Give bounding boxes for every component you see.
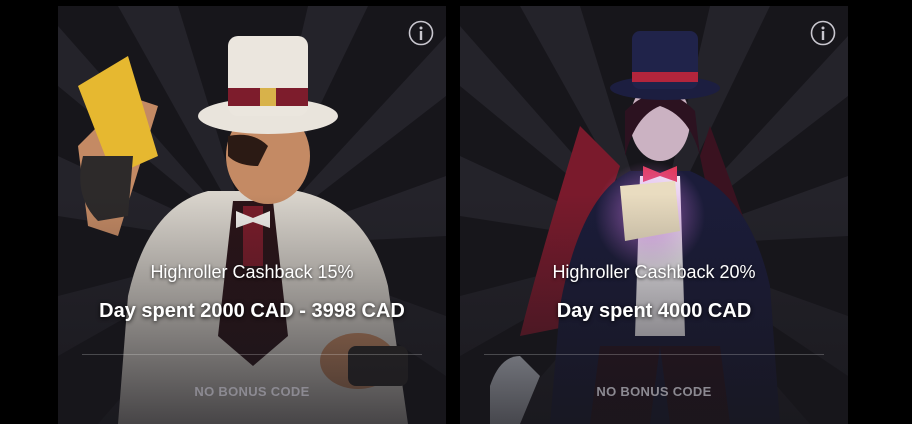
gentleman-illustration: [58, 6, 446, 424]
info-icon[interactable]: [810, 20, 836, 46]
spend-amount: Day spent 2000 CAD - 3998 CAD: [99, 300, 405, 322]
promo-card-cashback-15[interactable]: Highroller Cashback 15% Day spent 2000 C…: [58, 6, 446, 424]
divider: [484, 354, 824, 355]
bonus-code-label[interactable]: NO BONUS CODE: [460, 384, 848, 399]
cashback-title: Highroller Cashback 20%: [552, 262, 756, 282]
promo-card-cashback-20[interactable]: Highroller Cashback 20% Day spent 4000 C…: [460, 6, 848, 424]
magician-illustration: [460, 6, 848, 424]
spend-amount: Day spent 4000 CAD: [556, 300, 752, 322]
bonus-code-label[interactable]: NO BONUS CODE: [58, 384, 446, 399]
divider: [82, 354, 422, 355]
info-icon[interactable]: [408, 20, 434, 46]
cashback-title: Highroller Cashback 15%: [150, 262, 354, 282]
